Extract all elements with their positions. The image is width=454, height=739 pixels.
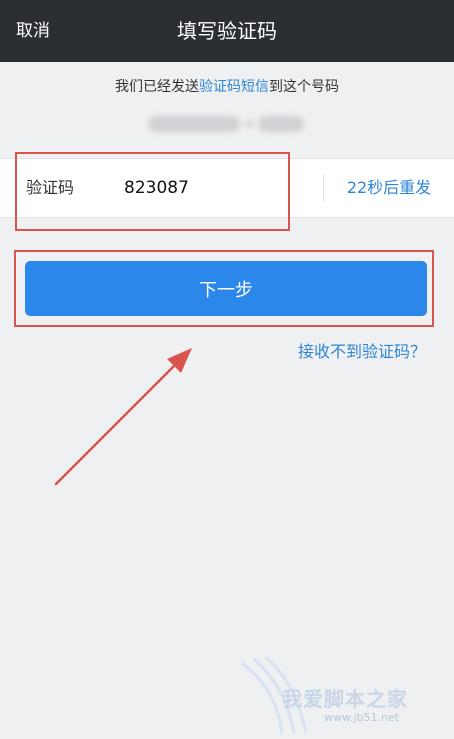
notice-prefix: 我们已经发送 <box>115 79 199 95</box>
sms-link-text: 验证码短信 <box>199 79 269 95</box>
no-code-help-link[interactable]: 接收不到验证码？ <box>298 338 426 362</box>
page-title: 填写验证码 <box>177 19 277 43</box>
notice-suffix: 到这个号码 <box>269 79 339 95</box>
code-input[interactable] <box>120 173 308 203</box>
resend-button[interactable]: 22秒后重发 <box>324 159 454 217</box>
site-watermark: 我爱脚本之家 www.jb51.net <box>238 655 454 735</box>
watermark-url: www.jb51.net <box>324 711 400 724</box>
annotation-arrow <box>54 348 192 486</box>
watermark-text: 我爱脚本之家 <box>282 687 408 711</box>
verification-code-row: 验证码 22秒后重发 <box>0 158 454 218</box>
phone-number-blurred <box>148 114 304 134</box>
code-label: 验证码 <box>26 178 75 197</box>
next-step-button[interactable]: 下一步 <box>25 261 427 316</box>
title-bar: 取消 填写验证码 <box>0 0 454 62</box>
sent-notice: 我们已经发送验证码短信到这个号码 <box>0 76 454 96</box>
